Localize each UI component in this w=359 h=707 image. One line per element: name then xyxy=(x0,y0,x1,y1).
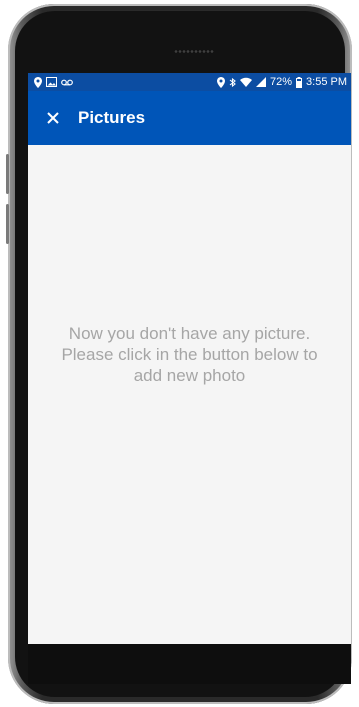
app-screen: 72% 3:55 PM Pictures Now you don't have … xyxy=(28,73,351,644)
phone-side-button xyxy=(6,154,9,194)
battery-percent: 72% xyxy=(270,76,293,88)
phone-speaker xyxy=(174,49,214,54)
bottom-nav-area xyxy=(28,644,351,684)
app-bar: Pictures xyxy=(28,91,351,145)
status-left-icons xyxy=(34,76,73,88)
image-icon xyxy=(46,76,57,88)
voicemail-icon xyxy=(61,76,73,88)
empty-state-message: Now you don't have any picture. Please c… xyxy=(61,324,318,385)
location-icon xyxy=(217,76,225,88)
bluetooth-icon xyxy=(229,76,236,88)
status-bar: 72% 3:55 PM xyxy=(28,73,351,91)
close-icon xyxy=(47,112,59,124)
wifi-icon xyxy=(240,76,252,88)
pictures-content: Now you don't have any picture. Please c… xyxy=(28,145,351,644)
close-button[interactable] xyxy=(42,107,64,129)
signal-icon xyxy=(256,76,266,88)
phone-side-button xyxy=(6,204,9,244)
battery-icon xyxy=(296,76,303,88)
status-right-icons: 72% 3:55 PM xyxy=(217,76,347,88)
page-title: Pictures xyxy=(78,108,146,127)
status-time: 3:55 PM xyxy=(306,76,347,88)
location-pin-icon xyxy=(34,76,42,88)
